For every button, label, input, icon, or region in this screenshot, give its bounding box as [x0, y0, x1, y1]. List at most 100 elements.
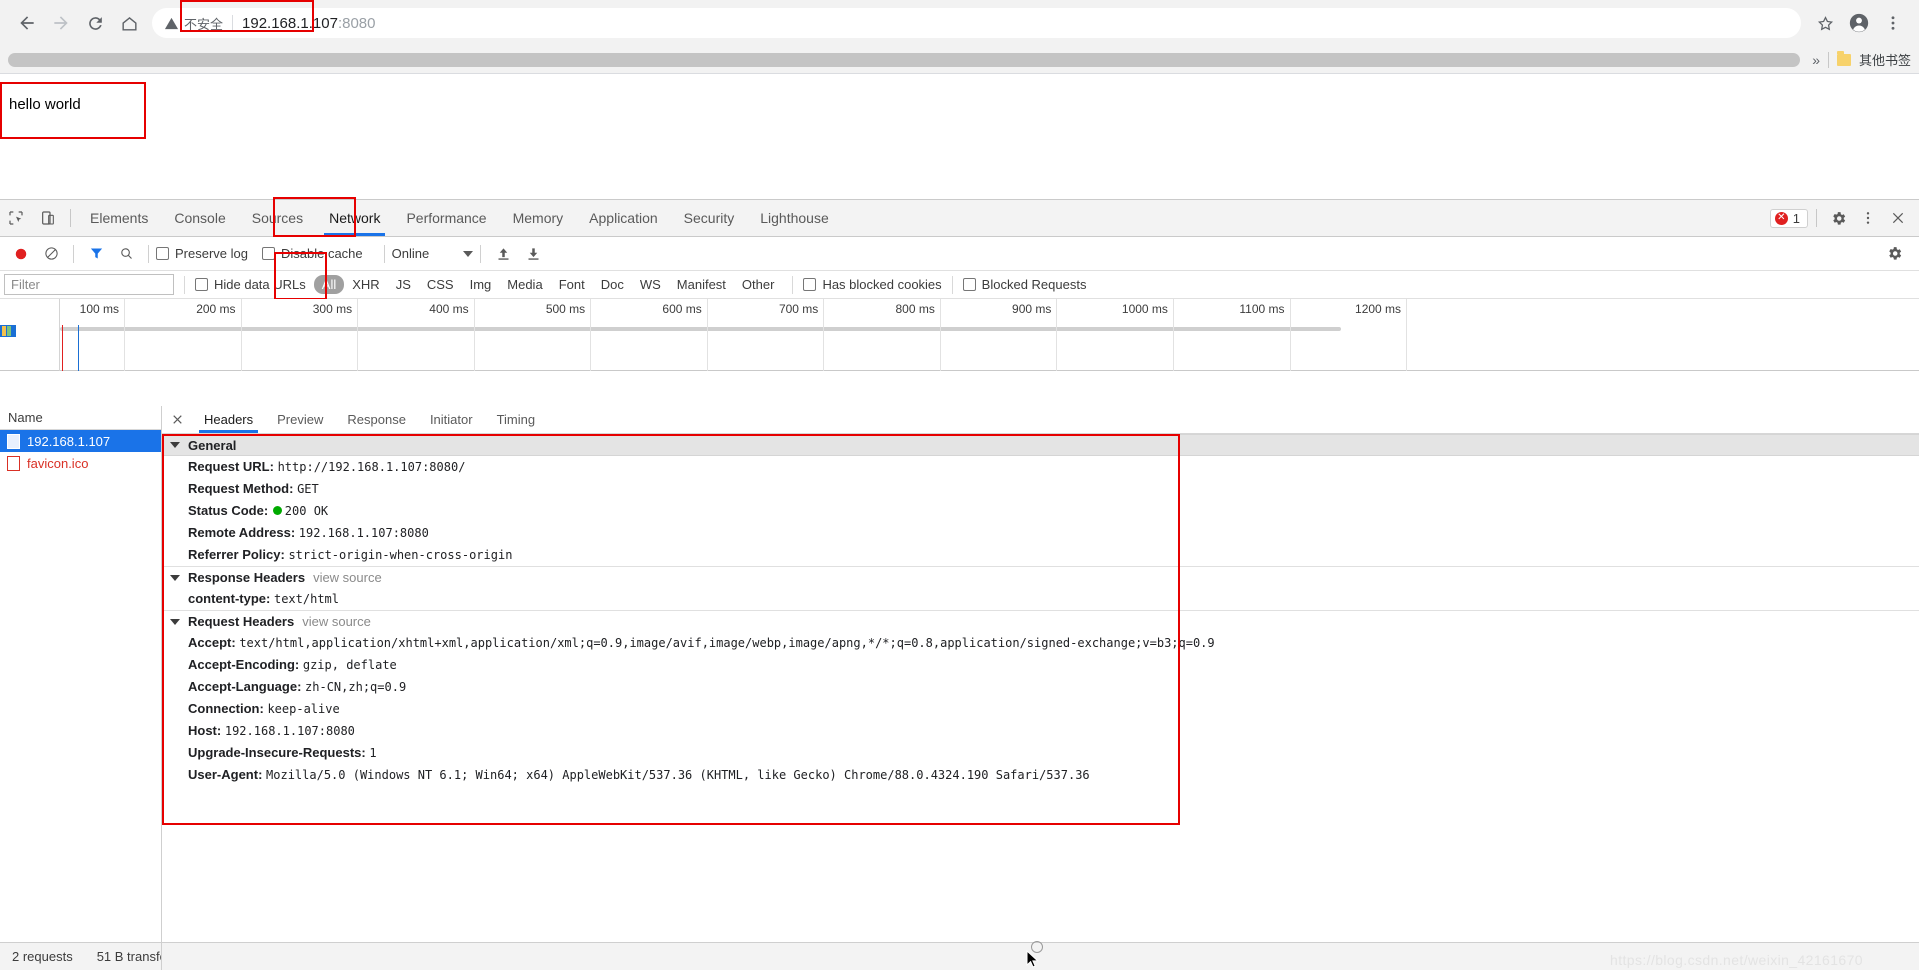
- url-text[interactable]: 192.168.1.107:8080: [242, 15, 375, 32]
- type-filter-other[interactable]: Other: [734, 275, 783, 294]
- filter-divider-2: [792, 275, 794, 294]
- close-icon[interactable]: [1885, 205, 1911, 231]
- security-warning[interactable]: 不安全: [164, 14, 223, 33]
- devtools-tabbar: Elements Console Sources Network Perform…: [0, 197, 1919, 237]
- checkbox-box[interactable]: [195, 278, 208, 291]
- bookmarks-scroll-track[interactable]: [8, 52, 1801, 67]
- chevron-down-icon: [170, 574, 180, 581]
- detail-tab-response[interactable]: Response: [335, 406, 418, 433]
- home-icon[interactable]: [112, 6, 146, 40]
- type-filter-manifest[interactable]: Manifest: [669, 275, 734, 294]
- timeline-gridline: [1406, 299, 1408, 371]
- three-dot-menu-icon[interactable]: [1877, 7, 1909, 39]
- type-filter-js[interactable]: JS: [388, 275, 419, 294]
- tab-console[interactable]: Console: [161, 200, 238, 236]
- view-source-link[interactable]: view source: [313, 570, 382, 585]
- type-filter-ws[interactable]: WS: [632, 275, 669, 294]
- header-name: Request URL:: [188, 459, 274, 474]
- record-button-icon[interactable]: [6, 241, 36, 267]
- header-value: text/html: [273, 592, 339, 606]
- toolbar-divider-4: [480, 244, 482, 263]
- address-bar[interactable]: 不安全 192.168.1.107:8080: [152, 8, 1801, 38]
- error-icon: ✕: [1774, 211, 1788, 225]
- reload-icon[interactable]: [78, 6, 112, 40]
- request-row-document[interactable]: 192.168.1.107: [0, 430, 161, 452]
- header-name: Status Code:: [188, 503, 269, 518]
- header-row: Connection: keep-alive: [162, 698, 1919, 720]
- bookmarks-overflow-icon[interactable]: »: [1812, 52, 1820, 68]
- request-list-column-header[interactable]: Name: [0, 406, 161, 430]
- import-har-icon[interactable]: [488, 241, 518, 267]
- folder-icon: [1836, 50, 1851, 66]
- checkbox-box[interactable]: [156, 247, 169, 260]
- header-row: Remote Address: 192.168.1.107:8080: [162, 522, 1919, 544]
- type-filter-media[interactable]: Media: [499, 275, 550, 294]
- blocked-requests-checkbox[interactable]: Blocked Requests: [962, 277, 1087, 292]
- header-name: Referrer Policy:: [188, 547, 285, 562]
- blocked-requests-label: Blocked Requests: [981, 277, 1087, 292]
- tab-security[interactable]: Security: [671, 200, 748, 236]
- request-row-favicon[interactable]: favicon.ico: [0, 452, 161, 474]
- timeline-summary-bar: [60, 327, 1341, 331]
- export-har-icon[interactable]: [518, 241, 548, 267]
- header-value: 192.168.1.107:8080: [224, 724, 355, 738]
- tab-performance[interactable]: Performance: [393, 200, 499, 236]
- throttling-dropdown[interactable]: Online: [392, 246, 474, 261]
- detail-tab-preview[interactable]: Preview: [265, 406, 335, 433]
- tab-elements[interactable]: Elements: [77, 200, 161, 236]
- checkbox-box[interactable]: [962, 278, 976, 291]
- view-source-link[interactable]: view source: [302, 614, 371, 629]
- tab-label: Security: [683, 210, 735, 226]
- section-request-headers-header[interactable]: Request Headers view source: [162, 610, 1919, 632]
- header-value: 1: [369, 746, 377, 760]
- network-timeline-overview[interactable]: 100 ms 200 ms 300 ms 400 ms 500 ms 600 ms 700 …: [0, 299, 1919, 371]
- section-response-headers-header[interactable]: Response Headers view source: [162, 566, 1919, 588]
- tab-application[interactable]: Application: [576, 200, 671, 236]
- gear-icon[interactable]: [1825, 205, 1851, 231]
- device-toolbar-icon[interactable]: [32, 200, 64, 236]
- inspect-element-icon[interactable]: [0, 200, 32, 236]
- section-request-headers-rows: Accept: text/html,application/xhtml+xml,…: [162, 632, 1919, 786]
- type-filter-img[interactable]: Img: [462, 275, 500, 294]
- toolbar-divider-2: [148, 244, 149, 263]
- has-blocked-cookies-label: Has blocked cookies: [822, 277, 942, 292]
- other-bookmarks-label[interactable]: 其他书签: [1859, 50, 1911, 69]
- detail-tab-timing[interactable]: Timing: [485, 406, 548, 433]
- tab-lighthouse[interactable]: Lighthouse: [747, 200, 842, 236]
- back-arrow-icon[interactable]: [10, 6, 44, 40]
- status-bar-left: 2 requests 51 B transferred: [0, 942, 162, 970]
- checkbox-box[interactable]: [803, 278, 817, 291]
- type-filter-doc[interactable]: Doc: [593, 275, 632, 294]
- tab-memory[interactable]: Memory: [500, 200, 577, 236]
- close-icon[interactable]: [162, 406, 192, 433]
- detail-tab-initiator[interactable]: Initiator: [418, 406, 485, 433]
- has-blocked-cookies-checkbox[interactable]: Has blocked cookies: [803, 277, 942, 292]
- profile-avatar-icon[interactable]: [1843, 7, 1875, 39]
- clear-icon[interactable]: [36, 241, 66, 267]
- timeline-tick-label: 400 ms: [429, 302, 469, 316]
- preserve-log-checkbox[interactable]: Preserve log: [156, 246, 248, 261]
- search-icon[interactable]: [111, 241, 141, 267]
- filter-funnel-icon[interactable]: [81, 241, 111, 267]
- warning-triangle-icon: [164, 17, 179, 29]
- section-general-header[interactable]: General: [162, 434, 1919, 456]
- filter-input[interactable]: Filter: [4, 274, 174, 295]
- bookmark-star-icon[interactable]: [1809, 7, 1841, 39]
- header-value: 200 OK: [284, 504, 329, 518]
- detail-tab-label: Timing: [496, 412, 536, 427]
- tab-label: Console: [174, 210, 226, 226]
- header-name: Accept-Encoding:: [188, 657, 300, 672]
- type-filter-css[interactable]: CSS: [419, 275, 462, 294]
- status-ok-dot-icon: [272, 506, 282, 516]
- type-filter-xhr[interactable]: XHR: [344, 275, 387, 294]
- type-filter-font[interactable]: Font: [551, 275, 593, 294]
- section-response-headers-rows: content-type: text/html: [162, 588, 1919, 610]
- header-name: content-type:: [188, 591, 271, 606]
- timeline-bar-segment-wait: [2, 326, 6, 336]
- header-name: Accept:: [188, 635, 236, 650]
- gear-icon[interactable]: [1879, 241, 1909, 267]
- three-dot-menu-icon[interactable]: [1855, 205, 1881, 231]
- detail-tab-headers[interactable]: Headers: [192, 406, 265, 433]
- header-value: gzip, deflate: [302, 658, 397, 672]
- error-count-badge[interactable]: ✕ 1: [1769, 208, 1808, 228]
